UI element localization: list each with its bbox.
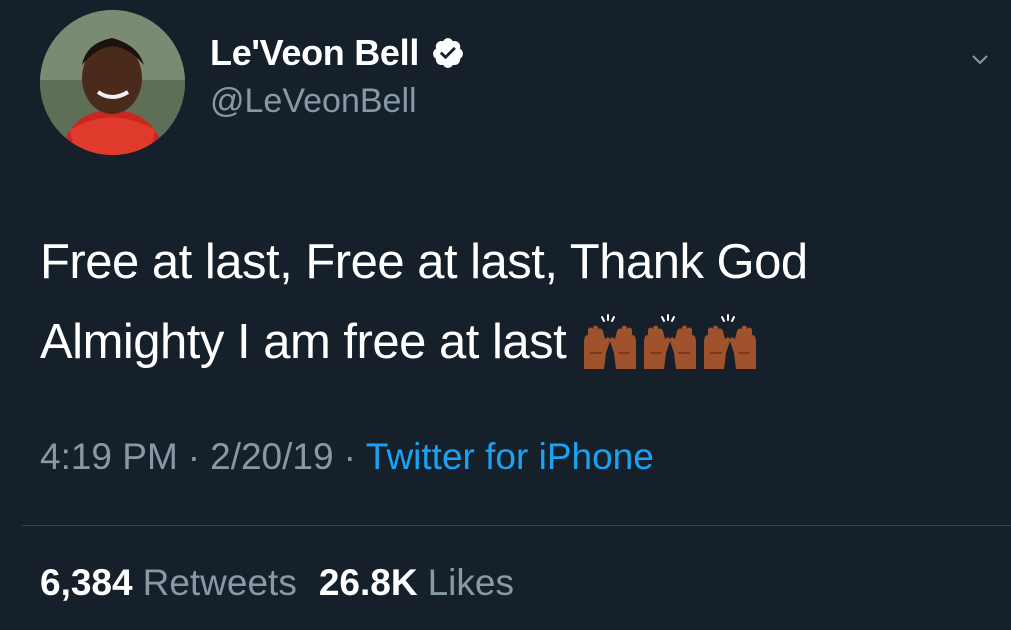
retweets-label[interactable]: Retweets	[143, 562, 297, 603]
retweets-count[interactable]: 6,384	[40, 562, 133, 603]
likes-count[interactable]: 26.8K	[319, 562, 418, 603]
divider	[22, 525, 1011, 526]
user-handle[interactable]: @LeVeonBell	[210, 82, 465, 121]
tweet-metadata: 4:19 PM · 2/20/19 · Twitter for iPhone	[40, 436, 654, 478]
tweet-stats: 6,384 Retweets 26.8K Likes	[40, 562, 536, 604]
meta-separator: ·	[343, 436, 356, 477]
chevron-down-icon[interactable]	[970, 50, 990, 70]
display-name-row: Le'Veon Bell	[210, 30, 465, 76]
verified-badge-icon	[433, 38, 463, 68]
raising-hands-emoji-icon	[704, 314, 757, 370]
tweet-text-line: Free at last, Free at last, Thank God	[40, 235, 808, 289]
profile-photo-icon	[40, 10, 185, 155]
author-identity: Le'Veon Bell @LeVeonBell	[210, 30, 465, 121]
tweet-time[interactable]: 4:19 PM	[40, 436, 178, 477]
tweet-header: Le'Veon Bell @LeVeonBell	[40, 10, 988, 158]
display-name[interactable]: Le'Veon Bell	[210, 32, 419, 74]
avatar[interactable]	[40, 10, 185, 155]
tweet-source-link[interactable]: Twitter for iPhone	[366, 436, 654, 477]
tweet-date[interactable]: 2/20/19	[210, 436, 333, 477]
meta-separator: ·	[187, 436, 201, 477]
emoji-group	[580, 299, 760, 379]
tweet-text-line-content: Almighty I am free at last	[40, 315, 567, 369]
raising-hands-emoji-icon	[644, 314, 697, 370]
tweet-text-line: Almighty I am free at last	[40, 302, 970, 385]
raising-hands-emoji-icon	[584, 314, 637, 370]
likes-label[interactable]: Likes	[428, 562, 514, 603]
tweet-text: Free at last, Free at last, Thank God Al…	[40, 222, 970, 385]
